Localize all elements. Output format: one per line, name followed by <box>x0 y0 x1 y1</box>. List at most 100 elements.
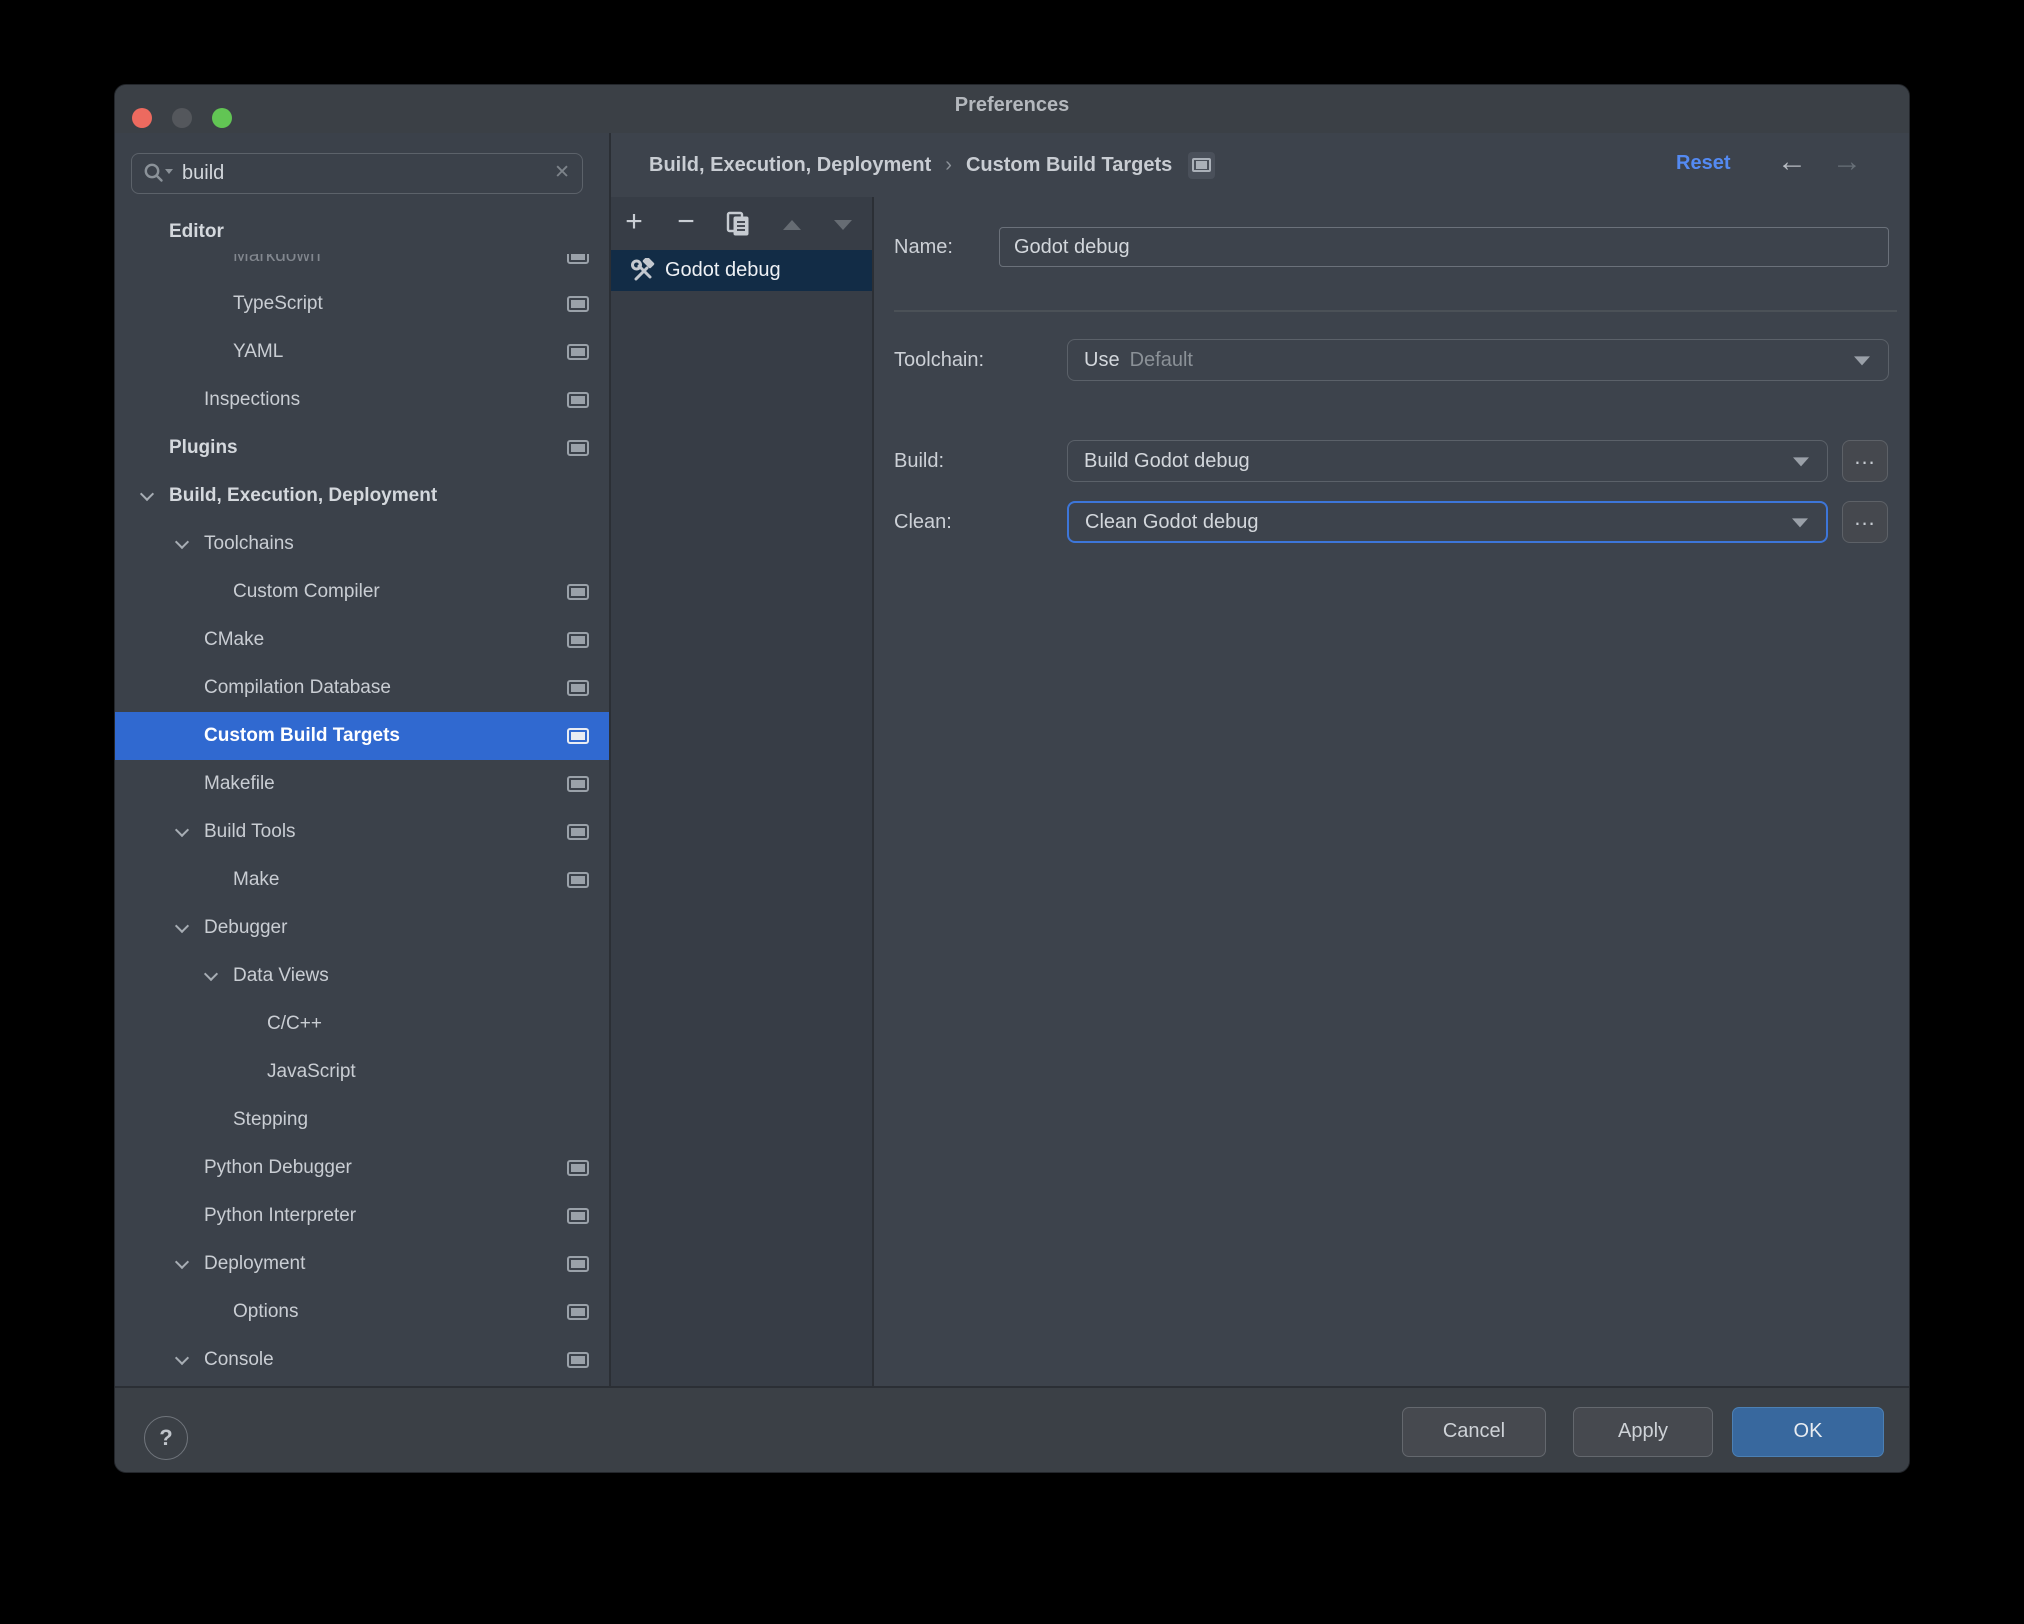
section-divider <box>894 310 1897 312</box>
desktop-background: Preferences Editor Markdown TypeScript YAML… <box>0 0 2024 1624</box>
close-window-button[interactable] <box>132 108 152 128</box>
reset-link[interactable]: Reset <box>1676 133 1730 197</box>
ok-button[interactable]: OK <box>1732 1407 1884 1457</box>
sidebar-item-debugger[interactable]: Debugger <box>115 904 609 952</box>
sidebar-item-javascript[interactable]: JavaScript <box>115 1048 609 1096</box>
chevron-down-icon[interactable] <box>174 534 190 550</box>
chevron-down-icon[interactable] <box>174 1254 190 1270</box>
sidebar-item-console[interactable]: Console <box>115 1336 609 1384</box>
move-down-icon[interactable] <box>834 220 852 230</box>
sidebar-item-python-interpreter[interactable]: Python Interpreter <box>115 1192 609 1240</box>
sidebar-item-cmake[interactable]: CMake <box>115 616 609 664</box>
sidebar-item-label: Custom Compiler <box>233 581 380 602</box>
content-panel: Build, Execution, Deployment › Custom Bu… <box>609 133 1909 1386</box>
screen-icon <box>567 1256 589 1272</box>
sidebar-item-label: Editor <box>169 221 224 242</box>
sidebar-item-stepping[interactable]: Stepping <box>115 1096 609 1144</box>
screen-icon <box>567 1304 589 1320</box>
sidebar-item-yaml[interactable]: YAML <box>115 328 609 376</box>
minimize-window-button[interactable] <box>172 108 192 128</box>
screen-icon <box>567 776 589 792</box>
breadcrumb: Build, Execution, Deployment › Custom Bu… <box>649 133 1216 197</box>
sidebar-item-data-views[interactable]: Data Views <box>115 952 609 1000</box>
screen-icon <box>567 824 589 840</box>
build-value: Build Godot debug <box>1084 449 1250 472</box>
screen-icon <box>567 392 589 408</box>
forward-arrow-icon[interactable]: → <box>1832 133 1862 197</box>
chevron-down-icon[interactable] <box>139 486 155 502</box>
chevron-down-icon <box>1854 356 1870 366</box>
chevron-down-icon[interactable] <box>174 1350 190 1366</box>
sidebar-item-custom-compiler[interactable]: Custom Compiler <box>115 568 609 616</box>
sidebar-item-label: Make <box>233 869 280 890</box>
screen-icon <box>567 296 589 312</box>
clean-label: Clean: <box>894 511 952 533</box>
chevron-down-icon[interactable] <box>203 966 219 982</box>
settings-tree: Editor Markdown TypeScript YAML Inspections P… <box>115 133 609 1386</box>
screen-icon <box>567 632 589 648</box>
chevron-down-icon[interactable] <box>174 918 190 934</box>
sidebar-item-label: Build, Execution, Deployment <box>169 485 438 506</box>
sidebar-item-compilation-database[interactable]: Compilation Database <box>115 664 609 712</box>
screen-icon <box>567 1160 589 1176</box>
sidebar-item-inspections[interactable]: Inspections <box>115 376 609 424</box>
name-label: Name: <box>894 236 953 258</box>
settings-search-field[interactable]: ✕ <box>131 153 583 194</box>
sidebar-item-label: Inspections <box>204 389 301 410</box>
sidebar-item-build-tools[interactable]: Build Tools <box>115 808 609 856</box>
duplicate-target-icon[interactable] <box>726 211 752 238</box>
sidebar-item-options[interactable]: Options <box>115 1288 609 1336</box>
sidebar-item-deployment[interactable]: Deployment <box>115 1240 609 1288</box>
sidebar-item-label: YAML <box>233 341 284 362</box>
search-input[interactable] <box>182 155 512 191</box>
zoom-window-button[interactable] <box>212 108 232 128</box>
toolchain-label: Toolchain: <box>894 349 985 371</box>
sidebar-item-c-c[interactable]: C/C++ <box>115 1000 609 1048</box>
build-tools-icon <box>631 258 655 281</box>
clean-command-dropdown[interactable]: Clean Godot debug <box>1067 501 1828 543</box>
add-target-button[interactable]: + <box>621 197 647 250</box>
screen-icon <box>567 584 589 600</box>
chevron-down-icon[interactable] <box>174 822 190 838</box>
build-command-dropdown[interactable]: Build Godot debug <box>1067 440 1828 482</box>
build-more-button[interactable]: ... <box>1842 440 1888 482</box>
window-title: Preferences <box>954 94 1070 116</box>
target-list-item-godot-debug[interactable]: Godot debug <box>609 250 872 291</box>
sidebar-item-makefile[interactable]: Makefile <box>115 760 609 808</box>
chevron-down-icon <box>1792 518 1808 528</box>
build-label: Build: <box>894 450 945 472</box>
cancel-button[interactable]: Cancel <box>1402 1407 1546 1457</box>
sidebar-item-label: Compilation Database <box>204 677 391 698</box>
sidebar-item-label: Python Interpreter <box>204 1205 357 1226</box>
sidebar-item-editor[interactable]: Editor <box>115 210 609 254</box>
sidebar-item-label: Debugger <box>204 917 288 938</box>
screen-icon <box>567 1208 589 1224</box>
clear-search-icon[interactable]: ✕ <box>554 154 570 192</box>
sidebar-item-label: Plugins <box>169 437 238 458</box>
breadcrumb-parent[interactable]: Build, Execution, Deployment <box>649 154 931 177</box>
sidebar-item-toolchains[interactable]: Toolchains <box>115 520 609 568</box>
sidebar-item-build-execution-deployment[interactable]: Build, Execution, Deployment <box>115 472 609 520</box>
sidebar-item-label: Console <box>204 1349 274 1370</box>
apply-button[interactable]: Apply <box>1573 1407 1713 1457</box>
toolchain-dropdown[interactable]: Use Default <box>1067 339 1889 381</box>
titlebar[interactable]: Preferences <box>115 85 1909 133</box>
toolchain-value: Default <box>1129 348 1193 371</box>
sidebar-item-label: CMake <box>204 629 265 650</box>
screen-icon <box>567 1352 589 1368</box>
sidebar-item-plugins[interactable]: Plugins <box>115 424 609 472</box>
sidebar-item-custom-build-targets[interactable]: Custom Build Targets <box>115 712 609 760</box>
sidebar-item-label: Toolchains <box>204 533 294 554</box>
move-up-icon[interactable] <box>783 220 801 230</box>
sidebar-item-python-debugger[interactable]: Python Debugger <box>115 1144 609 1192</box>
back-arrow-icon[interactable]: ← <box>1777 133 1807 197</box>
screen-icon <box>567 872 589 888</box>
sidebar-item-typescript[interactable]: TypeScript <box>115 280 609 328</box>
clean-more-button[interactable]: ... <box>1842 501 1888 543</box>
help-button[interactable]: ? <box>144 1416 188 1460</box>
remove-target-button[interactable]: − <box>673 197 699 250</box>
sidebar-item-label: Stepping <box>233 1109 309 1130</box>
sidebar-item-make[interactable]: Make <box>115 856 609 904</box>
target-name-field[interactable] <box>999 227 1889 267</box>
clean-value: Clean Godot debug <box>1085 510 1259 533</box>
